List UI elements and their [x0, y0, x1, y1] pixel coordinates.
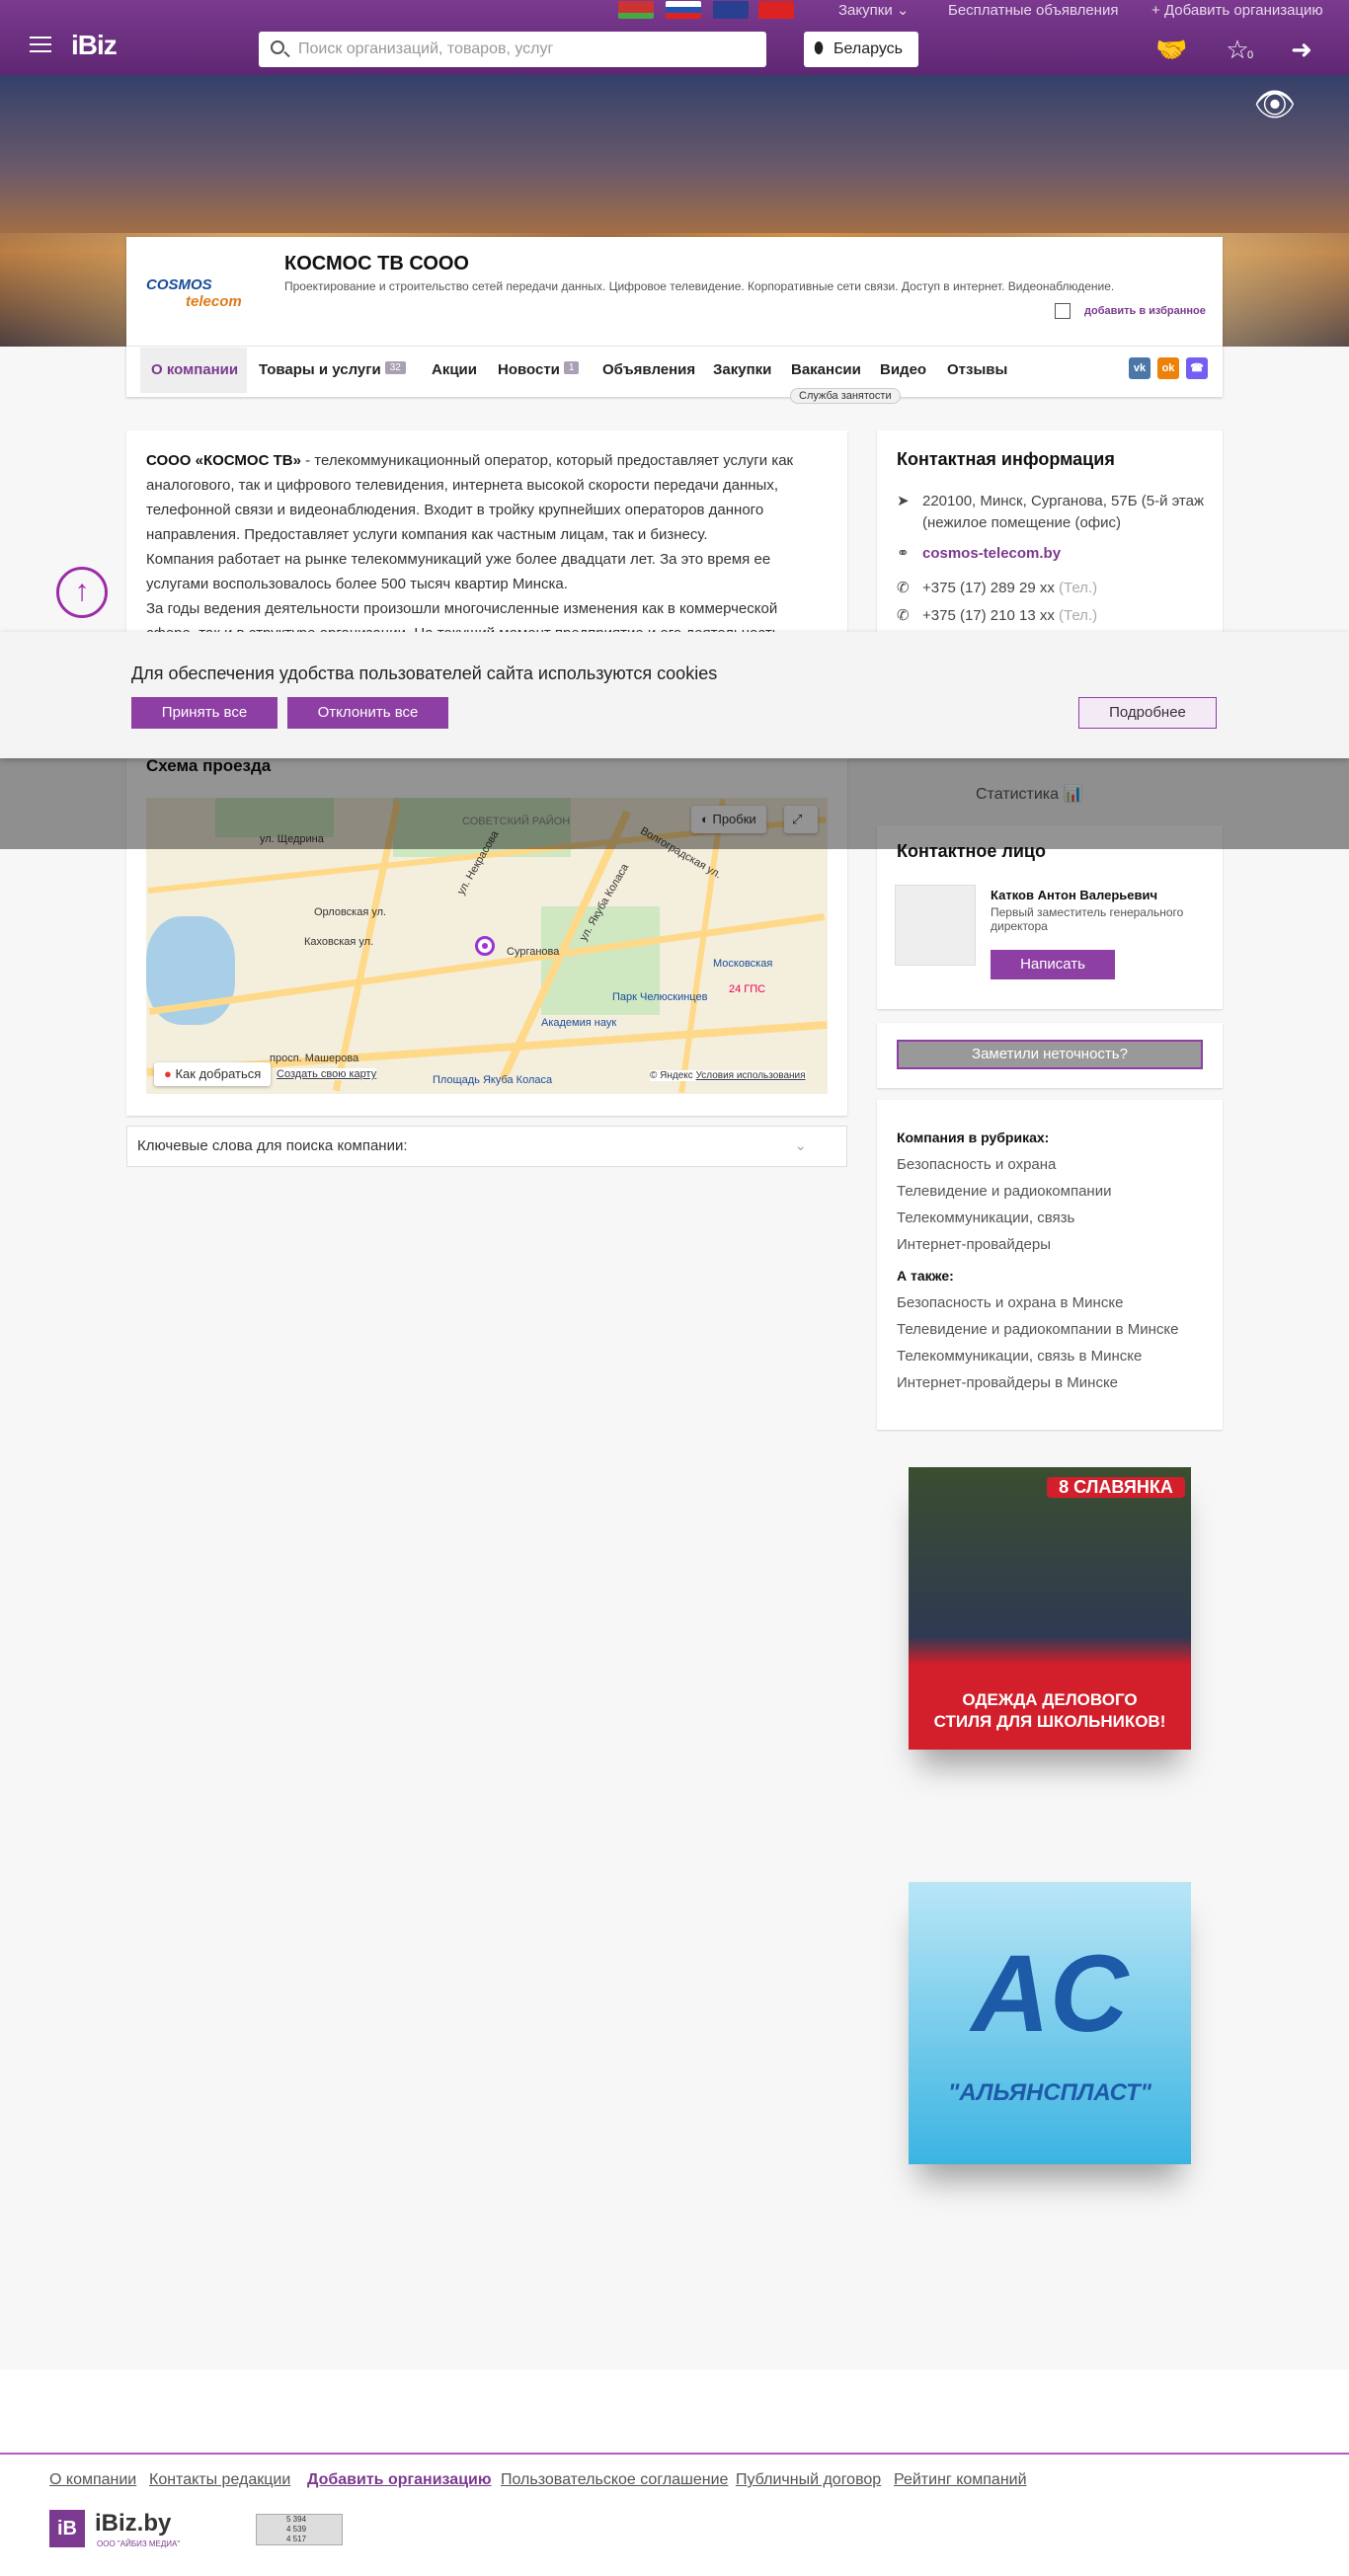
tab-video[interactable]: Видео — [880, 361, 926, 378]
rubric-city-link[interactable]: Безопасность и охрана в Минске — [897, 1289, 1179, 1316]
vk-icon[interactable]: vk — [1129, 357, 1151, 379]
tab-products[interactable]: Товары и услуги 32 — [259, 361, 406, 378]
rubrics-title: Компания в рубриках: — [897, 1130, 1050, 1145]
report-error-button[interactable]: Заметили неточность? — [897, 1040, 1203, 1069]
ad-banner-alyansplast[interactable]: AC "АЛЬЯНСПЛАСТ" — [909, 1882, 1191, 2164]
region-selector[interactable]: ⬮ Беларусь — [804, 32, 918, 67]
tab-purchases[interactable]: Закупки — [713, 361, 771, 378]
cookie-decline-button[interactable]: Отклонить все — [287, 697, 448, 729]
flag-by[interactable] — [618, 1, 654, 19]
phone-1[interactable]: ✆ +375 (17) 289 29 xx (Тел.) — [897, 578, 1097, 599]
person-name: Катков Антон Валерьевич — [991, 888, 1158, 902]
write-button[interactable]: Написать — [991, 950, 1115, 979]
checkbox-icon[interactable] — [1055, 303, 1071, 319]
chevron-down-icon: ⌄ — [794, 1137, 807, 1154]
search-icon — [271, 40, 284, 54]
also-title: А также: — [897, 1268, 954, 1284]
footer-brand-sub: ООО "АЙБИЗ МЕДИА" — [97, 2539, 181, 2548]
eye-icon[interactable]: 👁 — [1248, 87, 1302, 122]
cookie-accept-button[interactable]: Принять все — [131, 697, 278, 729]
tab-promotions[interactable]: Акции — [432, 361, 477, 378]
keywords-toggle[interactable]: Ключевые слова для поиска компании: ⌄ — [126, 1126, 847, 1167]
avatar — [895, 885, 976, 966]
scroll-up-button[interactable]: ↑ — [56, 567, 108, 618]
flag-cn[interactable] — [758, 1, 794, 19]
viber-icon[interactable]: ☎ — [1186, 357, 1208, 379]
address: ➤ 220100, Минск, Сурганова, 57Б (5-й этаж… — [897, 493, 1205, 531]
modal-overlay — [0, 758, 1349, 849]
location-pin-icon: ⬮ — [814, 40, 825, 57]
cookie-banner: Для обеспечения удобства пользователей с… — [0, 632, 1349, 758]
site-logo[interactable]: iBiz — [71, 30, 118, 61]
menu-icon[interactable] — [30, 37, 51, 52]
rubric-link[interactable]: Безопасность и охрана — [897, 1151, 1111, 1178]
rubric-link[interactable]: Интернет-провайдеры — [897, 1231, 1111, 1258]
about-text: СООО «КОСМОС ТВ» - телекоммуникационный … — [126, 430, 847, 642]
phone-icon: ✆ — [897, 580, 910, 596]
employment-tag[interactable]: Служба занятости — [790, 388, 901, 404]
add-favorite-checkbox[interactable]: добавить в избранное — [1055, 303, 1206, 319]
create-map-link[interactable]: Создать свою карту — [277, 1068, 377, 1080]
footer-link-add-org[interactable]: Добавить организацию — [307, 2471, 492, 2489]
flag-uk[interactable] — [713, 1, 749, 19]
map-copyright: © Яндекс Условия использования — [650, 1070, 806, 1081]
phone-icon: ✆ — [897, 607, 910, 624]
flag-ru[interactable] — [666, 1, 701, 19]
footer-link-about[interactable]: О компании — [49, 2471, 136, 2489]
phone-2[interactable]: ✆ +375 (17) 210 13 xx (Тел.) — [897, 605, 1097, 627]
location-arrow-icon: ➤ — [897, 493, 910, 509]
rubric-city-link[interactable]: Интернет-провайдеры в Минске — [897, 1369, 1179, 1396]
handshake-icon[interactable]: 🤝 — [1155, 34, 1187, 65]
add-org-link[interactable]: + Добавить организацию — [1151, 0, 1323, 22]
website-link[interactable]: ⚭ cosmos-telecom.by — [897, 543, 1061, 565]
visit-counter[interactable]: 5 394 4 539 4 517 — [256, 2514, 343, 2545]
rubric-link[interactable]: Телекоммуникации, связь — [897, 1205, 1111, 1231]
company-description: Проектирование и строительство сетей пер… — [284, 279, 1115, 293]
contact-title: Контактная информация — [897, 449, 1115, 469]
map-marker-icon[interactable] — [475, 936, 495, 956]
login-icon[interactable]: ➜ — [1286, 34, 1317, 65]
search-input[interactable]: Поиск организаций, товаров, услуг — [259, 32, 766, 67]
cookie-text: Для обеспечения удобства пользователей с… — [131, 664, 718, 683]
link-icon: ⚭ — [897, 545, 910, 562]
footer-divider — [0, 2453, 1349, 2455]
ok-icon[interactable]: ok — [1157, 357, 1179, 379]
footer-brand: iBiz.by — [95, 2510, 172, 2537]
tab-vacancies[interactable]: Вакансии — [791, 361, 861, 378]
company-title: КОСМОС ТВ СООО — [284, 253, 469, 274]
purchases-menu[interactable]: Закупки ⌄ — [838, 0, 909, 22]
tab-reviews[interactable]: Отзывы — [947, 361, 1007, 378]
alyansplast-logo-icon: AC — [971, 1933, 1129, 2055]
rubric-city-link[interactable]: Телекоммуникации, связь в Минске — [897, 1343, 1179, 1369]
rubric-link[interactable]: Телевидение и радиокомпании — [897, 1178, 1111, 1205]
footer-link-rating[interactable]: Рейтинг компаний — [894, 2471, 1027, 2489]
person-position: Первый заместитель генерального директор… — [991, 905, 1184, 933]
footer-link-contacts[interactable]: Контакты редакции — [149, 2471, 290, 2489]
route-button[interactable]: ● Как добраться — [154, 1062, 272, 1086]
also-list: Безопасность и охрана в Минске Телевиден… — [897, 1289, 1179, 1396]
tab-about[interactable]: О компании — [151, 361, 238, 378]
rubrics-list: Безопасность и охрана Телевидение и ради… — [897, 1151, 1111, 1258]
cookie-more-button[interactable]: Подробнее — [1078, 697, 1217, 729]
tab-news[interactable]: Новости 1 — [498, 361, 580, 378]
footer-logo-icon[interactable]: iB — [49, 2510, 85, 2547]
footer-link-contract[interactable]: Публичный договор — [736, 2471, 881, 2489]
free-ads-link[interactable]: Бесплатные объявления — [948, 0, 1118, 22]
tab-ads[interactable]: Объявления — [602, 361, 695, 378]
footer-link-agreement[interactable]: Пользовательское соглашение — [501, 2471, 728, 2489]
ad-banner-slavyanka[interactable]: 8 СЛАВЯНКА ОДЕЖДА ДЕЛОВОГО СТИЛЯ ДЛЯ ШКО… — [909, 1467, 1191, 1750]
rubric-city-link[interactable]: Телевидение и радиокомпании в Минске — [897, 1316, 1179, 1343]
compare-icon[interactable]: ☆ 0 — [1222, 34, 1253, 65]
company-logo: COSMOS telecom — [146, 276, 242, 310]
